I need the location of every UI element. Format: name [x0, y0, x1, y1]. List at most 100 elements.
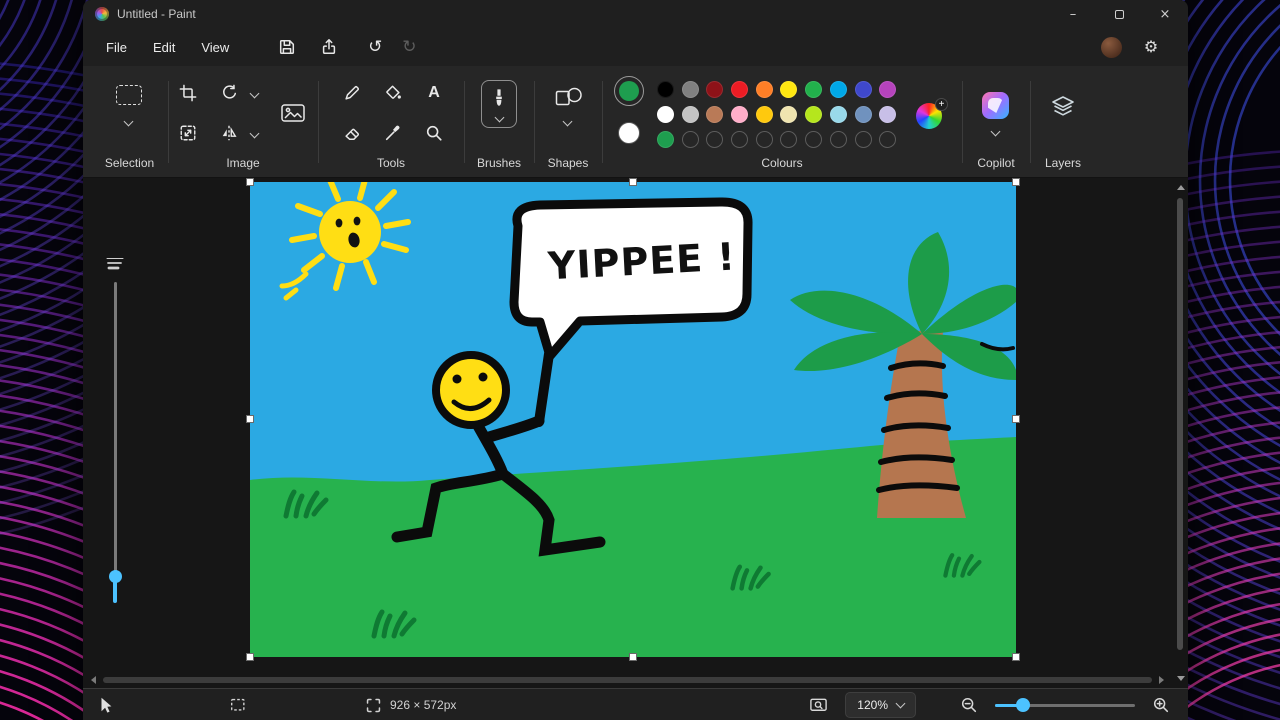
colour-swatch-empty[interactable] [756, 131, 773, 148]
colour-swatch[interactable] [706, 81, 723, 98]
scroll-up-icon[interactable] [1177, 185, 1185, 190]
menu-edit[interactable]: Edit [140, 34, 188, 61]
share-button[interactable] [312, 32, 346, 62]
zoom-in-button[interactable] [1148, 690, 1174, 720]
colour-swatch[interactable] [731, 81, 748, 98]
colour-swatch[interactable] [682, 106, 699, 123]
background-colour[interactable] [618, 122, 640, 144]
fit-to-window-button[interactable] [804, 690, 832, 720]
settings-button[interactable]: ⚙ [1134, 32, 1168, 62]
colour-swatch[interactable] [756, 81, 773, 98]
menu-file[interactable]: File [93, 34, 140, 61]
colour-swatch[interactable] [682, 81, 699, 98]
drawing-canvas[interactable]: YIPPEE ! [250, 182, 1016, 657]
canvas-handle-top-middle[interactable] [629, 178, 637, 186]
colour-swatch[interactable] [830, 106, 847, 123]
canvas-handle-right-middle[interactable] [1012, 415, 1020, 423]
colour-swatch-empty[interactable] [682, 131, 699, 148]
slider-track[interactable] [114, 282, 117, 602]
colour-wheel-button[interactable]: + [916, 103, 942, 129]
colour-swatch-empty[interactable] [731, 131, 748, 148]
text-tool-button[interactable]: A [419, 78, 449, 108]
zoom-value: 120% [857, 698, 888, 712]
canvas-handle-top-right[interactable] [1012, 178, 1020, 186]
layers-button[interactable] [1048, 92, 1078, 122]
resize-button[interactable] [173, 118, 203, 148]
pencil-tool-button[interactable] [337, 78, 367, 108]
pencil-icon [343, 84, 361, 102]
brush-size-slider[interactable] [101, 256, 129, 618]
colour-swatch[interactable] [879, 81, 896, 98]
colour-swatch[interactable] [657, 81, 674, 98]
menu-view[interactable]: View [188, 34, 242, 61]
save-button[interactable] [270, 32, 304, 62]
user-avatar[interactable] [1101, 37, 1122, 58]
colour-swatch-empty[interactable] [830, 131, 847, 148]
scroll-down-icon[interactable] [1177, 676, 1185, 681]
share-icon [320, 38, 338, 56]
canvas-handle-bottom-left[interactable] [246, 653, 254, 661]
close-button[interactable]: × [1142, 0, 1188, 28]
colour-swatch[interactable] [830, 81, 847, 98]
zoom-slider[interactable] [995, 695, 1135, 715]
canvas-handle-bottom-middle[interactable] [629, 653, 637, 661]
zoom-slider-thumb[interactable] [1016, 698, 1030, 712]
zoom-dropdown[interactable]: 120% [845, 692, 916, 718]
rotate-chevron-icon[interactable] [250, 89, 260, 99]
selection-chevron-icon[interactable] [124, 117, 134, 127]
crop-button[interactable] [173, 78, 203, 108]
colour-swatch[interactable] [879, 106, 896, 123]
vertical-scrollbar-thumb[interactable] [1177, 198, 1183, 650]
shapes-button[interactable] [550, 82, 586, 110]
rotate-button[interactable] [214, 78, 244, 108]
horizontal-scrollbar-thumb[interactable] [103, 677, 1152, 683]
colour-swatch-empty[interactable] [855, 131, 872, 148]
brushes-button[interactable] [481, 80, 517, 128]
minimize-icon: – [1070, 7, 1077, 22]
canvas-handle-bottom-right[interactable] [1012, 653, 1020, 661]
copilot-button[interactable] [982, 92, 1009, 119]
selection-icon [116, 85, 142, 105]
zoom-out-button[interactable] [956, 690, 982, 720]
horizontal-scrollbar[interactable] [89, 674, 1166, 686]
scroll-right-icon[interactable] [1159, 676, 1164, 684]
eraser-tool-button[interactable] [337, 118, 367, 148]
colour-swatch-empty[interactable] [706, 131, 723, 148]
canvas-area: YIPPEE ! [83, 178, 1188, 688]
colour-swatch[interactable] [855, 81, 872, 98]
image-options-button[interactable] [274, 94, 312, 132]
foreground-colour[interactable] [614, 76, 644, 106]
canvas-handle-top-left[interactable] [246, 178, 254, 186]
colour-swatch[interactable] [805, 81, 822, 98]
scroll-left-icon[interactable] [91, 676, 96, 684]
slider-thumb[interactable] [109, 570, 122, 583]
colour-swatch[interactable] [657, 106, 674, 123]
colour-picker-tool-button[interactable] [378, 118, 408, 148]
minimize-button[interactable]: – [1050, 0, 1096, 28]
colour-swatch-empty[interactable] [780, 131, 797, 148]
flip-icon [220, 124, 238, 142]
colour-swatch[interactable] [706, 106, 723, 123]
selection-tool-button[interactable] [112, 80, 146, 110]
selection-size-icon [229, 696, 247, 714]
colour-swatch[interactable] [805, 106, 822, 123]
colour-swatch-empty[interactable] [805, 131, 822, 148]
undo-button[interactable]: ↺ [358, 32, 392, 62]
canvas-handle-left-middle[interactable] [246, 415, 254, 423]
flip-chevron-icon[interactable] [250, 129, 260, 139]
redo-button[interactable]: ↻ [392, 32, 426, 62]
colour-swatch[interactable] [855, 106, 872, 123]
colour-swatch[interactable] [780, 106, 797, 123]
fill-tool-button[interactable] [378, 78, 408, 108]
shapes-chevron-icon[interactable] [563, 117, 573, 127]
colour-swatch[interactable] [780, 81, 797, 98]
colour-swatch[interactable] [756, 106, 773, 123]
copilot-chevron-icon[interactable] [991, 127, 1001, 137]
vertical-scrollbar[interactable] [1174, 182, 1186, 684]
maximize-button[interactable] [1096, 0, 1142, 28]
colour-swatch[interactable] [657, 131, 674, 148]
flip-button[interactable] [214, 118, 244, 148]
magnifier-tool-button[interactable] [419, 118, 449, 148]
colour-swatch-empty[interactable] [879, 131, 896, 148]
colour-swatch[interactable] [731, 106, 748, 123]
